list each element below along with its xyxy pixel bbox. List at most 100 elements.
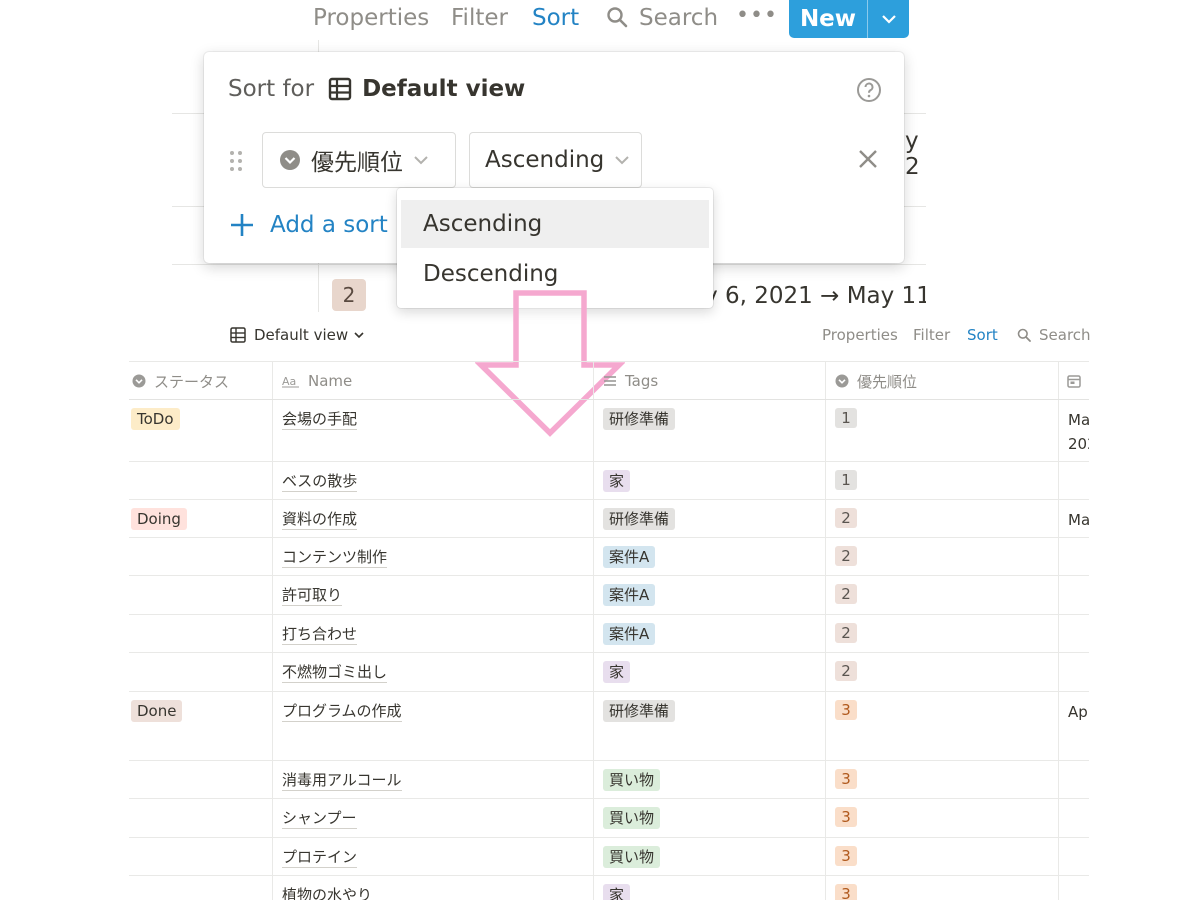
search-button[interactable]: Search (1039, 326, 1091, 344)
tags-cell[interactable]: 研修準備 (603, 700, 676, 722)
name-cell[interactable]: 資料の作成 (282, 508, 358, 530)
name-cell[interactable]: 許可取り (282, 584, 343, 606)
filter-button[interactable]: Filter (451, 2, 508, 34)
page-title-link[interactable]: 打ち合わせ (282, 625, 358, 645)
new-button[interactable]: New (789, 0, 909, 38)
tags-cell[interactable]: 家 (603, 470, 631, 492)
priority-cell[interactable]: 2 (835, 661, 857, 681)
help-icon[interactable] (856, 77, 882, 103)
more-options-icon[interactable]: ••• (736, 2, 778, 30)
tags-cell[interactable]: 買い物 (603, 846, 661, 868)
sort-property-select[interactable]: 優先順位 (262, 132, 456, 188)
table-row[interactable]: 不燃物ゴミ出し 家 2 (129, 653, 1089, 692)
page-title-link[interactable]: 消毒用アルコール (282, 771, 402, 791)
page-title-link[interactable]: 植物の水やり (282, 886, 373, 900)
tags-cell[interactable]: 案件A (603, 584, 656, 606)
name-cell[interactable]: 植物の水やり (282, 884, 373, 900)
sort-button[interactable]: Sort (532, 2, 579, 34)
tags-cell[interactable]: 家 (603, 884, 631, 900)
column-header-name[interactable]: Aa Name (282, 362, 352, 400)
page-title-link[interactable]: 会場の手配 (282, 410, 358, 430)
priority-cell[interactable]: 3 (835, 700, 857, 720)
tags-cell[interactable]: 研修準備 (603, 408, 676, 430)
priority-cell[interactable]: 2 (835, 584, 857, 604)
name-cell[interactable]: プロテイン (282, 846, 358, 868)
plus-icon (231, 214, 253, 236)
priority-badge: 2 (835, 546, 857, 566)
priority-cell[interactable]: 3 (835, 807, 857, 827)
properties-button[interactable]: Properties (822, 326, 898, 344)
priority-cell[interactable]: 2 (835, 508, 857, 528)
name-cell[interactable]: ベスの散歩 (282, 470, 358, 492)
date-cell[interactable]: Ma 202 (1068, 408, 1089, 456)
page-title-link[interactable]: 許可取り (282, 586, 343, 606)
table-row[interactable]: シャンプー 買い物 3 (129, 799, 1089, 838)
name-cell[interactable]: 打ち合わせ (282, 623, 358, 645)
priority-cell[interactable]: 1 (835, 470, 857, 490)
page-title-link[interactable]: 資料の作成 (282, 510, 358, 530)
table-row[interactable]: 消毒用アルコール 買い物 3 (129, 761, 1089, 799)
new-dropdown-chevron-icon[interactable] (868, 14, 909, 24)
table-row[interactable]: プロテイン 買い物 3 (129, 838, 1089, 876)
tags-cell[interactable]: 買い物 (603, 807, 661, 829)
table-row[interactable]: ベスの散歩 家 1 (129, 462, 1089, 500)
date-cell[interactable]: Ap (1068, 700, 1088, 724)
column-header-status[interactable]: ステータス (132, 362, 229, 400)
chevron-down-icon (414, 156, 428, 165)
name-cell[interactable]: プログラムの作成 (282, 700, 402, 722)
bg-date-fragment: y 2 (905, 128, 920, 180)
priority-cell[interactable]: 2 (835, 546, 857, 566)
column-header-date[interactable] (1067, 362, 1089, 400)
tags-cell[interactable]: 家 (603, 661, 631, 683)
priority-cell[interactable]: 3 (835, 846, 857, 866)
table-row[interactable]: 許可取り 案件A 2 (129, 576, 1089, 615)
drag-handle-icon[interactable] (228, 149, 244, 173)
view-switcher[interactable]: Default view (230, 326, 364, 344)
close-icon[interactable] (858, 149, 878, 169)
page-title-link[interactable]: ベスの散歩 (282, 472, 358, 492)
name-cell[interactable]: 会場の手配 (282, 408, 358, 430)
name-cell[interactable]: シャンプー (282, 807, 357, 829)
sort-direction-select[interactable]: Ascending (469, 132, 642, 188)
tags-cell[interactable]: 研修準備 (603, 508, 676, 530)
add-sort-button[interactable]: Add a sort (230, 212, 388, 238)
status-badge[interactable]: Doing (131, 508, 187, 530)
page-title-link[interactable]: プロテイン (282, 848, 358, 868)
tags-cell[interactable]: 案件A (603, 623, 656, 645)
column-header-priority[interactable]: 優先順位 (835, 362, 917, 400)
table-row[interactable]: Doing 資料の作成 研修準備 2 Ma (129, 500, 1089, 538)
priority-cell[interactable]: 3 (835, 884, 857, 900)
bg-priority-badge: 2 (332, 279, 366, 311)
table-row[interactable]: 植物の水やり 家 3 (129, 876, 1089, 900)
new-button-label: New (799, 6, 857, 32)
tag-badge: 家 (603, 884, 631, 900)
table-row[interactable]: コンテンツ制作 案件A 2 (129, 538, 1089, 576)
properties-button[interactable]: Properties (313, 2, 429, 34)
priority-cell[interactable]: 3 (835, 769, 857, 789)
page-title-link[interactable]: 不燃物ゴミ出し (282, 663, 388, 683)
page-title-link[interactable]: シャンプー (282, 809, 357, 829)
menu-item-ascending[interactable]: Ascending (401, 200, 709, 248)
name-cell[interactable]: 消毒用アルコール (282, 769, 402, 791)
table-row[interactable]: 打ち合わせ 案件A 2 (129, 615, 1089, 653)
page-title-link[interactable]: コンテンツ制作 (282, 548, 388, 568)
priority-cell[interactable]: 1 (835, 408, 857, 428)
name-cell[interactable]: 不燃物ゴミ出し (282, 661, 388, 683)
status-badge[interactable]: Done (131, 700, 183, 722)
search-icon[interactable] (1017, 328, 1031, 342)
table-row[interactable]: Done プログラムの作成 研修準備 3 Ap (129, 692, 1089, 761)
tags-cell[interactable]: 買い物 (603, 769, 661, 791)
status-badge[interactable]: ToDo (131, 408, 180, 430)
column-header-tags[interactable]: Tags (603, 362, 658, 400)
search-button[interactable]: Search (639, 2, 718, 34)
sort-button[interactable]: Sort (967, 326, 998, 344)
name-cell[interactable]: コンテンツ制作 (282, 546, 388, 568)
tags-cell[interactable]: 案件A (603, 546, 656, 568)
date-text: Ap (1068, 703, 1088, 721)
page-title-link[interactable]: プログラムの作成 (282, 702, 402, 722)
search-icon[interactable] (606, 6, 628, 28)
table-row[interactable]: ToDo 会場の手配 研修準備 1 Ma 202 (129, 400, 1089, 462)
filter-button[interactable]: Filter (913, 326, 950, 344)
priority-cell[interactable]: 2 (835, 623, 857, 643)
date-cell[interactable]: Ma (1068, 508, 1089, 532)
